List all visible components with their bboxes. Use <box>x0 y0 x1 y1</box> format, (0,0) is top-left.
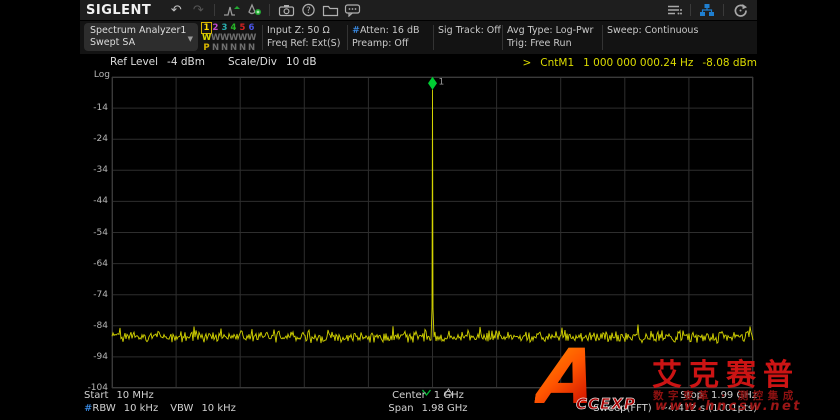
sig-track-value: Sig Track: Off <box>438 24 501 37</box>
spectrum-analyzer-screen: SIGLENT ↶ ↷ ? <box>0 0 840 420</box>
marker-peak-icon[interactable] <box>242 1 264 19</box>
refresh-icon[interactable] <box>729 1 751 19</box>
help-icon[interactable]: ? <box>297 1 319 19</box>
marker-1-diamond[interactable] <box>428 77 437 90</box>
marker-frequency: 1 000 000 000.24 Hz <box>583 57 693 69</box>
trace-table-cell: W <box>247 33 256 43</box>
atten-settings[interactable]: #Atten: 16 dB Preamp: Off <box>352 21 420 54</box>
settings-bar: Spectrum Analyzer1 Swept SA ▼ 123456WWWW… <box>80 21 757 54</box>
y-tick-label: -74 <box>76 290 108 300</box>
svg-text:?: ? <box>306 6 311 16</box>
y-tick-label: -94 <box>76 352 108 362</box>
input-settings[interactable]: Input Z: 50 Ω Freq Ref: Ext(S) <box>267 21 340 54</box>
y-tick-label: -14 <box>76 103 108 113</box>
trace-table-cell: W <box>229 33 238 43</box>
spectrum-graticule: 1 <box>112 77 753 388</box>
trace-table-cell: 4 <box>229 23 238 33</box>
input-z-value: Input Z: 50 Ω <box>267 24 340 37</box>
atten-value: #Atten: 16 dB <box>352 24 420 37</box>
scale-div-value[interactable]: 10 dB <box>286 56 317 68</box>
toolbar-separator <box>690 4 691 16</box>
y-tick-label: -84 <box>76 321 108 331</box>
marker-amplitude: -8.08 dBm <box>702 57 757 69</box>
menu-list-icon[interactable] <box>663 1 685 19</box>
sweep-time: Sweep(FFT)~4.412 s (1001pts) <box>593 403 757 414</box>
span-setting[interactable]: Span1.98 GHz <box>362 403 502 414</box>
y-tick-label: -44 <box>76 196 108 206</box>
marker-1-label: 1 <box>439 78 445 88</box>
amplitude-info: Ref Level -4 dBm Scale/Div 10 dB <box>110 56 326 68</box>
center-frequency[interactable]: Center1 GHz <box>362 390 502 401</box>
undo-icon[interactable]: ↶ <box>165 1 187 19</box>
sweep-setting[interactable]: Sweep: Continuous <box>607 21 698 54</box>
trace-table-cell: W <box>238 33 247 43</box>
siglent-logo: SIGLENT <box>86 3 151 18</box>
toolbar-separator <box>269 4 270 16</box>
marker-name: CntM1 <box>540 57 574 69</box>
toolbar-separator <box>723 4 724 16</box>
atten-coupled-flag: # <box>352 25 360 36</box>
folder-icon[interactable] <box>319 1 341 19</box>
sig-track-setting[interactable]: Sig Track: Off <box>438 21 501 54</box>
toolbar-separator <box>214 4 215 16</box>
trace-table-cell: P <box>202 43 211 53</box>
mode-line1: Spectrum Analyzer1 <box>90 25 192 37</box>
avg-type-value: Avg Type: Log-Pwr <box>507 24 593 37</box>
sweep-value: Sweep: Continuous <box>607 24 698 37</box>
trace-table-cell: 2 <box>211 23 220 33</box>
stop-frequency[interactable]: Stop1.99 GHz <box>680 390 757 401</box>
avg-trig-settings[interactable]: Avg Type: Log-Pwr Trig: Free Run <box>507 21 593 54</box>
trace-table-cell: 3 <box>220 23 229 33</box>
trace-table-cell: 6 <box>247 23 256 33</box>
trace-table-cell: N <box>211 43 220 53</box>
trace-table-cell: 5 <box>238 23 247 33</box>
peak-search-icon[interactable] <box>220 1 242 19</box>
trace-table-cell: N <box>238 43 247 53</box>
redo-icon[interactable]: ↷ <box>187 1 209 19</box>
top-toolbar: SIGLENT ↶ ↷ ? <box>80 0 757 20</box>
y-tick-label: -54 <box>76 228 108 238</box>
mode-line2: Swept SA <box>90 37 192 49</box>
freq-ref-value: Freq Ref: Ext(S) <box>267 37 340 50</box>
mode-selector[interactable]: Spectrum Analyzer1 Swept SA ▼ <box>84 23 198 51</box>
y-tick-label: -24 <box>76 134 108 144</box>
start-frequency[interactable]: Start10 MHz <box>84 390 162 401</box>
trace-table-cell: W <box>211 33 220 43</box>
chevron-down-icon: ▼ <box>188 33 193 45</box>
trace-table-cell: N <box>229 43 238 53</box>
scale-div-label: Scale/Div <box>228 56 277 68</box>
trace-table-cell: W <box>220 33 229 43</box>
chat-icon[interactable] <box>341 1 363 19</box>
lan-icon[interactable] <box>696 1 718 19</box>
trace-table-cell: N <box>247 43 256 53</box>
camera-icon[interactable] <box>275 1 297 19</box>
bandwidth-settings[interactable]: #RBW10 kHzVBW10 kHz <box>84 403 244 414</box>
trig-value: Trig: Free Run <box>507 37 593 50</box>
trace-table-cell: W <box>202 33 211 43</box>
y-tick-label: -34 <box>76 165 108 175</box>
trace-table[interactable]: 123456WWWWWWPNNNNN <box>202 23 256 53</box>
preamp-value: Preamp: Off <box>352 37 420 50</box>
ref-level-value[interactable]: -4 dBm <box>167 56 205 68</box>
ref-level-label: Ref Level <box>110 56 158 68</box>
trace-table-cell: 1 <box>202 23 211 33</box>
trace-table-cell: N <box>220 43 229 53</box>
marker-readout: >CntM11 000 000 000.24 Hz-8.08 dBm <box>513 57 757 69</box>
log-scale-label: Log <box>80 70 110 80</box>
y-tick-label: -64 <box>76 259 108 269</box>
